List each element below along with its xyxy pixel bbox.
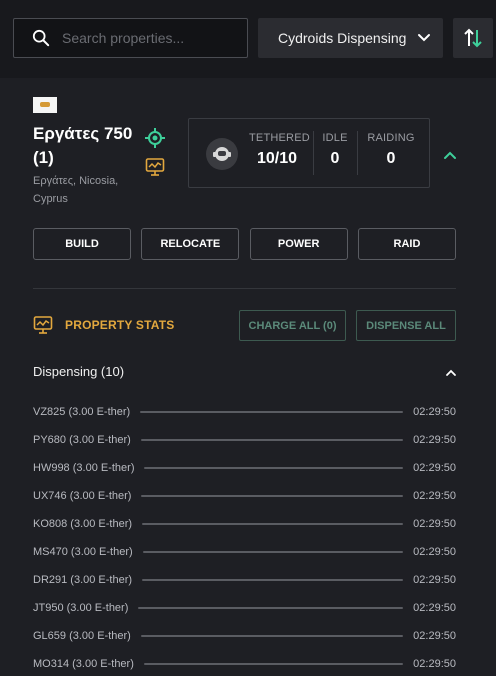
- list-item: MO314 (3.00 E-ther) 02:29:50: [33, 650, 456, 676]
- list-item: HW998 (3.00 E-ther) 02:29:50: [33, 454, 456, 482]
- list-item: PY680 (3.00 E-ther) 02:29:50: [33, 426, 456, 454]
- power-button[interactable]: POWER: [249, 228, 348, 260]
- raiding-stat: RAIDING 0: [363, 132, 419, 168]
- raiding-value: 0: [386, 150, 396, 167]
- dispense-all-button[interactable]: DISPENSE ALL: [356, 310, 456, 341]
- timer: 02:29:50: [413, 574, 456, 586]
- list-item: KO808 (3.00 E-ther) 02:29:50: [33, 510, 456, 538]
- progress-line: [141, 495, 404, 497]
- list-item: VZ825 (3.00 E-ther) 02:29:50: [33, 398, 456, 426]
- cydroid-name: PY680 (3.00 E-ther): [33, 434, 131, 446]
- timer: 02:29:50: [413, 406, 456, 418]
- progress-line: [144, 467, 404, 469]
- timer: 02:29:50: [413, 518, 456, 530]
- dispensing-header[interactable]: Dispensing (10): [33, 364, 124, 379]
- relocate-button[interactable]: RELOCATE: [141, 228, 240, 260]
- target-icon[interactable]: [145, 128, 165, 148]
- progress-line: [140, 411, 404, 413]
- property-title: Εργάτες 750 (1): [33, 124, 133, 167]
- raiding-label: RAIDING: [367, 132, 415, 144]
- cydroid-name: GL659 (3.00 E-ther): [33, 630, 131, 642]
- progress-line: [142, 523, 404, 525]
- progress-line: [140, 439, 404, 441]
- build-button[interactable]: BUILD: [33, 228, 131, 260]
- raid-button[interactable]: RAID: [357, 228, 456, 260]
- timer: 02:29:50: [413, 658, 456, 670]
- property-actions: BUILD RELOCATE POWER RAID: [33, 228, 456, 260]
- tethered-value: 10/10: [256, 150, 298, 167]
- list-item: UX746 (3.00 E-ther) 02:29:50: [33, 482, 456, 510]
- search-box[interactable]: [13, 18, 248, 58]
- cydroid-name: JT950 (3.00 E-ther): [33, 602, 129, 614]
- cydroid-name: MO314 (3.00 E-ther): [33, 658, 134, 670]
- cydroid-avatar-icon: [206, 138, 238, 170]
- chevron-up-icon[interactable]: [442, 147, 458, 163]
- timer: 02:29:50: [413, 462, 456, 474]
- progress-line: [142, 579, 404, 581]
- tethered-label: TETHERED: [249, 132, 310, 144]
- list-item: MS470 (3.00 E-ther) 02:29:50: [33, 538, 456, 566]
- filter-selected-label: Cydroids Dispensing: [278, 30, 407, 46]
- sort-button[interactable]: [453, 18, 493, 58]
- filter-dropdown[interactable]: Cydroids Dispensing: [258, 18, 443, 58]
- cydroid-name: KO808 (3.00 E-ther): [33, 518, 133, 530]
- sort-icon: [464, 28, 482, 48]
- cydroid-name: HW998 (3.00 E-ther): [33, 462, 135, 474]
- timer: 02:29:50: [413, 630, 456, 642]
- cydroid-name: UX746 (3.00 E-ther): [33, 490, 132, 502]
- cydroid-name: VZ825 (3.00 E-ther): [33, 406, 131, 418]
- search-input[interactable]: [62, 30, 242, 46]
- property-stats-title: PROPERTY STATS: [65, 318, 175, 332]
- stat-divider: [313, 131, 314, 175]
- idle-stat: IDLE 0: [317, 132, 353, 168]
- progress-line: [140, 635, 404, 637]
- property-stats-icon: [33, 316, 53, 334]
- list-item: JT950 (3.00 E-ther) 02:29:50: [33, 594, 456, 622]
- cyprus-flag-icon: [33, 97, 57, 113]
- search-icon: [32, 29, 50, 47]
- timer: 02:29:50: [413, 602, 456, 614]
- divider: [33, 288, 456, 289]
- property-flag-wrap: [33, 97, 57, 113]
- progress-line: [142, 551, 404, 553]
- tethered-stat: TETHERED 10/10: [249, 132, 310, 168]
- timer: 02:29:50: [413, 434, 456, 446]
- idle-label: IDLE: [322, 132, 348, 144]
- list-item: DR291 (3.00 E-ther) 02:29:50: [33, 566, 456, 594]
- list-item: GL659 (3.00 E-ther) 02:29:50: [33, 622, 456, 650]
- charge-all-button[interactable]: CHARGE ALL (0): [239, 310, 346, 341]
- stat-divider: [357, 131, 358, 175]
- timer: 02:29:50: [413, 490, 456, 502]
- cydroid-name: DR291 (3.00 E-ther): [33, 574, 133, 586]
- top-toolbar: Cydroids Dispensing: [0, 0, 496, 78]
- dispensing-list: VZ825 (3.00 E-ther) 02:29:50 PY680 (3.00 E…: [33, 398, 456, 676]
- property-location: Εργάτες, Nicosia, Cyprus: [33, 175, 119, 205]
- stats-monitor-icon[interactable]: [145, 157, 165, 177]
- cydroid-name: MS470 (3.00 E-ther): [33, 546, 133, 558]
- timer: 02:29:50: [413, 546, 456, 558]
- chevron-up-icon[interactable]: [444, 366, 458, 380]
- progress-line: [138, 607, 404, 609]
- progress-line: [143, 663, 404, 665]
- idle-value: 0: [330, 150, 340, 167]
- chevron-down-icon: [418, 34, 430, 42]
- cydroid-stats-panel: TETHERED 10/10 IDLE 0 RAIDING 0: [188, 118, 430, 188]
